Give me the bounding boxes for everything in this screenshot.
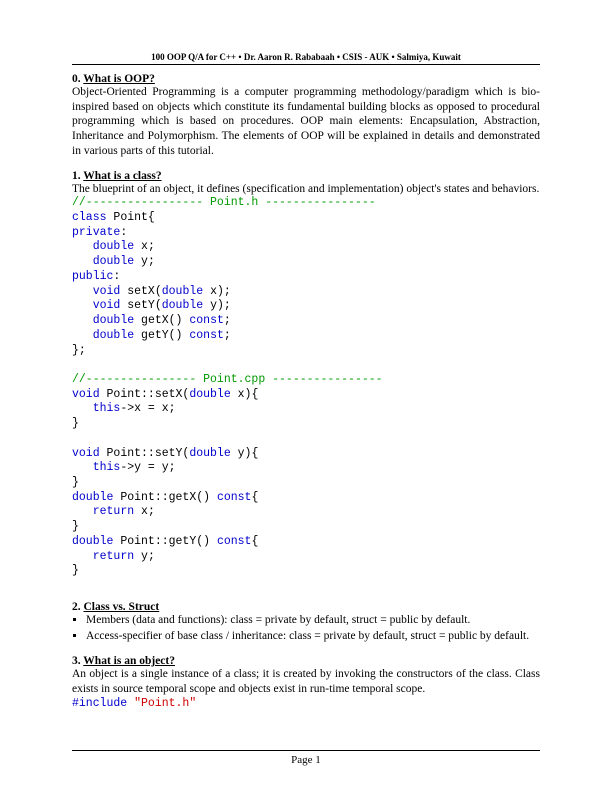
code-block-point: //----------------- Point.h ------------… [72, 196, 540, 579]
code-text: Point::setY( [100, 447, 190, 460]
code-text [72, 285, 93, 298]
code-kw: public [72, 270, 113, 283]
code-kw: double [189, 447, 230, 460]
section-1-head: 1. What is a class? [72, 170, 540, 182]
code-block-include: #include "Point.h" [72, 697, 540, 712]
code-text: y; [134, 550, 155, 563]
code-text [72, 505, 93, 518]
code-kw: const [189, 329, 224, 342]
section-3-title: What is an object? [83, 655, 175, 667]
section-3-num: 3. [72, 655, 81, 667]
section-2-title: Class vs. Struct [84, 601, 160, 613]
section-0-head: 0. What is OOP? [72, 73, 540, 85]
code-comment: //---------------- Point.cpp -----------… [72, 373, 383, 386]
code-text: Point::setX( [100, 388, 190, 401]
code-kw: double [93, 240, 134, 253]
code-kw: const [189, 314, 224, 327]
code-text [72, 255, 93, 268]
code-text: ; [224, 329, 231, 342]
code-text: : [113, 270, 120, 283]
code-kw: double [72, 491, 113, 504]
list-item: Access-specifier of base class / inherit… [86, 629, 540, 644]
section-1-para: The blueprint of an object, it defines (… [72, 182, 540, 197]
code-kw: this [93, 461, 121, 474]
code-text [72, 550, 93, 563]
code-text: setX( [120, 285, 161, 298]
code-string: "Point.h" [134, 697, 196, 710]
code-comment: //----------------- Point.h ------------… [72, 196, 376, 209]
page-header: 100 OOP Q/A for C++ • Dr. Aaron R. Rabab… [72, 52, 540, 65]
section-0-title: What is OOP? [83, 73, 155, 85]
list-item: Members (data and functions): class = pr… [86, 613, 540, 628]
code-kw: const [217, 491, 252, 504]
code-kw: void [93, 285, 121, 298]
code-kw: const [217, 535, 252, 548]
code-text: } [72, 564, 79, 577]
section-2-num: 2. [72, 601, 81, 613]
section-2-list: Members (data and functions): class = pr… [86, 613, 540, 643]
code-text [72, 402, 93, 415]
code-kw: void [93, 299, 121, 312]
section-0-num: 0. [72, 73, 81, 85]
code-kw: #include [72, 697, 127, 710]
code-text [72, 299, 93, 312]
code-kw: double [162, 299, 203, 312]
code-text: }; [72, 344, 86, 357]
code-text: { [251, 491, 258, 504]
section-1-num: 1. [72, 170, 81, 182]
code-kw: double [72, 535, 113, 548]
code-text: x){ [231, 388, 259, 401]
code-text: ->y = y; [120, 461, 175, 474]
code-kw: this [93, 402, 121, 415]
page-footer: Page 1 [72, 750, 540, 766]
code-text: } [72, 417, 79, 430]
section-3-head: 3. What is an object? [72, 655, 540, 667]
code-text: x; [134, 240, 155, 253]
code-kw: double [93, 329, 134, 342]
code-text [72, 240, 93, 253]
code-text [72, 314, 93, 327]
section-2-head: 2. Class vs. Struct [72, 601, 540, 613]
code-text: : [120, 226, 127, 239]
code-text: y; [134, 255, 155, 268]
code-text: getY() [134, 329, 189, 342]
code-text: x; [134, 505, 155, 518]
section-1-title: What is a class? [83, 170, 161, 182]
code-text: ->x = x; [120, 402, 175, 415]
code-text: } [72, 520, 79, 533]
code-text: Point{ [107, 211, 155, 224]
code-text: { [251, 535, 258, 548]
code-text [72, 461, 93, 474]
code-kw: private [72, 226, 120, 239]
code-text: ; [224, 314, 231, 327]
code-kw: void [72, 447, 100, 460]
code-text: y){ [231, 447, 259, 460]
code-text: getX() [134, 314, 189, 327]
code-text: x); [203, 285, 231, 298]
section-3-para: An object is a single instance of a clas… [72, 667, 540, 696]
code-text [72, 329, 93, 342]
code-kw: double [93, 314, 134, 327]
code-kw: double [162, 285, 203, 298]
code-text: setY( [120, 299, 161, 312]
code-text: Point::getY() [113, 535, 217, 548]
section-0-para: Object-Oriented Programming is a compute… [72, 85, 540, 159]
code-kw: double [189, 388, 230, 401]
code-text: Point::getX() [113, 491, 217, 504]
code-kw: return [93, 550, 134, 563]
code-kw: void [72, 388, 100, 401]
code-kw: double [93, 255, 134, 268]
code-kw: class [72, 211, 107, 224]
code-text: y); [203, 299, 231, 312]
code-kw: return [93, 505, 134, 518]
code-text: } [72, 476, 79, 489]
